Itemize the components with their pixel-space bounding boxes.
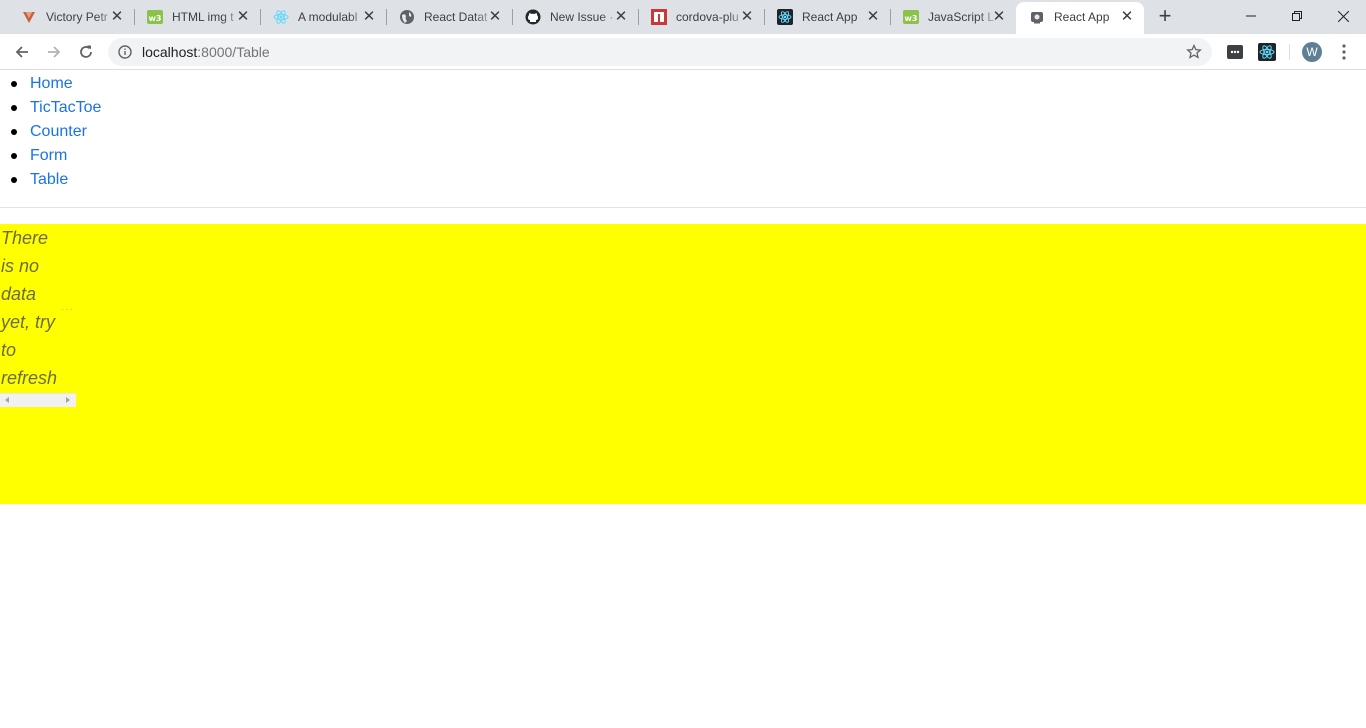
close-window-icon xyxy=(1337,10,1349,22)
tab-title: Victory Petr xyxy=(46,10,108,24)
restore-button[interactable] xyxy=(1274,0,1320,32)
site-info-icon[interactable] xyxy=(118,45,132,59)
new-tab-button[interactable]: + xyxy=(1154,5,1176,28)
reload-icon xyxy=(80,45,92,58)
react-app-icon xyxy=(1031,12,1043,24)
nav-link-tictactoe[interactable]: TicTacToe xyxy=(30,99,101,116)
tab-title: New Issue · xyxy=(550,10,614,24)
url-host: localhost xyxy=(142,44,198,60)
url-path: :8000/Table xyxy=(197,44,270,60)
victory-icon xyxy=(23,12,35,23)
close-window-button[interactable] xyxy=(1320,0,1366,32)
horizontal-rule xyxy=(0,207,1366,208)
back-button[interactable] xyxy=(10,40,34,64)
close-tab-icon[interactable]: ✕ xyxy=(110,9,124,24)
empty-message-line: data xyxy=(1,284,37,304)
profile-avatar[interactable]: W xyxy=(1302,42,1322,62)
nav-item-counter: Counter xyxy=(10,120,101,144)
w3schools-icon: w3 xyxy=(147,10,163,24)
browser-toolbar: localhost:8000/Table W xyxy=(0,34,1366,70)
table-container: There is no data yet, try to refresh ··· xyxy=(0,224,1366,504)
nav-item-tictactoe: TicTacToe xyxy=(10,96,101,120)
empty-message: There is no data yet, try to refresh xyxy=(1,224,61,392)
browser-tab[interactable]: React App ✕ xyxy=(764,1,890,34)
nav-item-form: Form xyxy=(10,144,101,168)
page-content: Home TicTacToe Counter Form Table There … xyxy=(0,71,1366,728)
horizontal-scrollbar[interactable] xyxy=(0,393,76,407)
tab-title: React Datat xyxy=(424,10,488,24)
react-devtools-icon[interactable] xyxy=(1258,43,1276,61)
globe-icon xyxy=(400,10,414,24)
toolbar-divider xyxy=(1289,44,1290,60)
svg-text:w3: w3 xyxy=(905,14,918,23)
tab-title: JavaScript L xyxy=(928,10,995,24)
tab-title: React App xyxy=(802,10,858,24)
close-tab-icon[interactable]: ✕ xyxy=(1120,9,1134,24)
close-tab-icon[interactable]: ✕ xyxy=(236,9,250,24)
close-tab-icon[interactable]: ✕ xyxy=(488,9,502,24)
browser-tab[interactable]: w3 HTML img t ✕ xyxy=(134,1,260,34)
nav-link-home[interactable]: Home xyxy=(30,75,73,92)
empty-message-line: is no xyxy=(1,256,40,276)
tab-title: cordova-plu xyxy=(676,10,739,24)
empty-message-line: refresh xyxy=(1,368,58,388)
close-tab-icon[interactable]: ✕ xyxy=(992,9,1006,24)
tab-strip: Victory Petr ✕ w3 HTML img t ✕ A modulab… xyxy=(0,0,1366,34)
nav-link-counter[interactable]: Counter xyxy=(30,123,87,140)
tab-title: A modulabl xyxy=(298,10,358,24)
npm-icon xyxy=(651,9,667,25)
bookmark-star-icon[interactable] xyxy=(1186,44,1202,60)
react-icon xyxy=(777,9,793,25)
browser-tab[interactable]: Victory Petr ✕ xyxy=(8,1,134,34)
more-menu-icon[interactable] xyxy=(1336,42,1352,62)
back-arrow-icon xyxy=(15,46,28,58)
reload-button[interactable] xyxy=(74,40,98,64)
overflow-ellipsis: ··· xyxy=(61,304,74,315)
tab-title: HTML img t xyxy=(172,10,234,24)
extension-icon[interactable] xyxy=(1226,43,1244,61)
close-tab-icon[interactable]: ✕ xyxy=(866,9,880,24)
nav-item-table: Table xyxy=(10,168,101,192)
tab-title: React App xyxy=(1054,10,1110,24)
browser-tab[interactable]: New Issue · ✕ xyxy=(512,1,638,34)
scroll-left-icon[interactable] xyxy=(5,397,9,403)
close-tab-icon[interactable]: ✕ xyxy=(362,9,376,24)
nav-link-form[interactable]: Form xyxy=(30,147,67,164)
nav-item-home: Home xyxy=(10,72,101,96)
github-icon xyxy=(525,9,541,25)
svg-text:w3: w3 xyxy=(149,14,162,23)
scroll-right-icon[interactable] xyxy=(66,397,70,403)
react-icon xyxy=(273,10,289,24)
browser-tab[interactable]: cordova-plu ✕ xyxy=(638,1,764,34)
url-text: localhost:8000/Table xyxy=(142,45,270,60)
forward-arrow-icon xyxy=(48,46,61,58)
browser-tab[interactable]: w3 JavaScript L ✕ xyxy=(890,1,1016,34)
restore-icon xyxy=(1292,11,1302,21)
nav-list: Home TicTacToe Counter Form Table xyxy=(10,71,101,192)
nav-link-table[interactable]: Table xyxy=(30,171,68,188)
minimize-icon xyxy=(1246,15,1256,17)
minimize-button[interactable] xyxy=(1228,0,1274,32)
address-bar[interactable]: localhost:8000/Table xyxy=(108,38,1212,66)
close-tab-icon[interactable]: ✕ xyxy=(614,9,628,24)
browser-tab[interactable]: React Datat ✕ xyxy=(386,1,512,34)
browser-tab-active[interactable]: React App ✕ xyxy=(1016,2,1144,34)
w3schools-icon: w3 xyxy=(903,10,919,24)
close-tab-icon[interactable]: ✕ xyxy=(740,9,754,24)
browser-tab[interactable]: A modulabl ✕ xyxy=(260,1,386,34)
empty-message-line: yet, try xyxy=(1,312,56,332)
empty-message-line: to xyxy=(1,340,17,360)
empty-message-line: There xyxy=(1,228,49,248)
forward-button[interactable] xyxy=(42,40,66,64)
